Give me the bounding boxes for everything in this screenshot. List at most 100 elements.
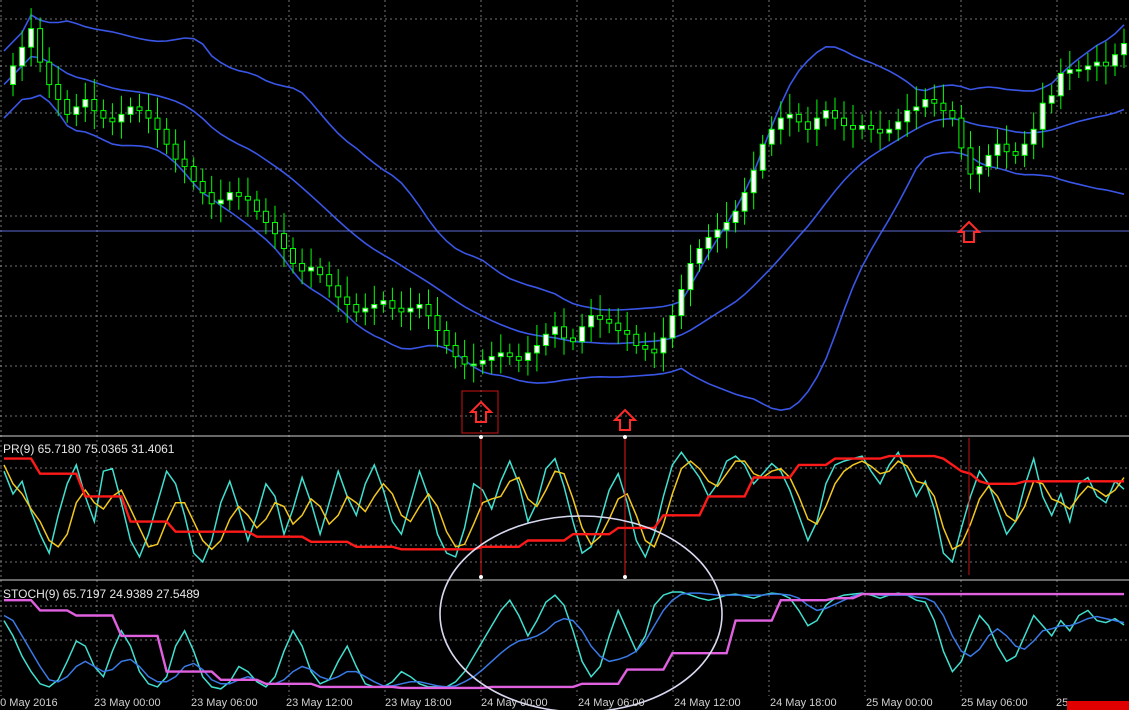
candle-body: [434, 315, 441, 332]
candle-body: [877, 128, 884, 134]
date-label: 24 May 18:00: [770, 697, 837, 709]
highlight-box: [461, 390, 499, 434]
candle-body: [100, 110, 107, 119]
date-label: 25 May 00:00: [866, 697, 933, 709]
candlesticks: [10, 8, 1127, 383]
candle-body: [524, 352, 531, 361]
signal-up-arrow: [956, 220, 982, 243]
candle-body: [425, 304, 432, 317]
candle-body: [633, 333, 640, 346]
candle-body: [994, 143, 1001, 156]
date-label: 24 May 00:00: [481, 697, 548, 709]
candle-body: [976, 166, 983, 175]
candle-body: [561, 326, 567, 339]
candle-body: [244, 195, 251, 201]
candle-body: [678, 289, 685, 317]
candle-body: [1021, 143, 1028, 156]
candle-body: [371, 304, 378, 309]
candle-body: [940, 102, 947, 112]
candle-body: [353, 304, 360, 313]
candle-body: [759, 143, 766, 171]
candle-body: [570, 337, 576, 343]
candle-body: [1084, 65, 1091, 71]
candle-body: [597, 315, 604, 320]
candle-body: [362, 307, 369, 313]
marker-dot-2b: [623, 575, 627, 579]
bollinger-lower-line: [3, 94, 1125, 412]
candle-body: [154, 117, 161, 130]
candle-body: [723, 222, 730, 231]
candle-body: [841, 117, 847, 127]
candle-body: [118, 113, 125, 123]
candle-body: [389, 300, 396, 309]
candle-body: [669, 315, 676, 339]
candle-body: [416, 304, 423, 309]
candle-body: [714, 229, 721, 238]
candle-body: [696, 248, 703, 264]
candle-body: [452, 345, 459, 358]
candle-body: [552, 326, 558, 335]
corner-marker: [1067, 701, 1129, 710]
date-label: 23 May 06:00: [191, 697, 258, 709]
candle-body: [326, 274, 333, 287]
candle-body: [73, 106, 80, 115]
candle-body: [687, 263, 694, 291]
candle-body: [832, 110, 838, 119]
candle-body: [768, 128, 775, 145]
candle-body: [1030, 128, 1037, 145]
candle-body: [172, 143, 179, 160]
candle-body: [64, 99, 71, 115]
candle-body: [136, 106, 143, 112]
candle-body: [705, 236, 712, 250]
candle-body: [317, 266, 324, 276]
candle-body: [750, 169, 757, 194]
candle-body: [985, 154, 992, 168]
candle-body: [470, 363, 477, 367]
date-label: 23 May 12:00: [286, 697, 353, 709]
candle-body: [37, 28, 44, 63]
chart-canvas: [0, 0, 1129, 710]
candle-body: [253, 199, 260, 212]
candle-body: [1057, 72, 1064, 97]
candle-body: [515, 356, 522, 361]
candle-body: [308, 266, 315, 272]
date-axis: 20 May 2016 23 May 00:00 23 May 06:00 23…: [0, 696, 1129, 710]
date-label: 23 May 18:00: [385, 697, 452, 709]
signal-up-arrow: [612, 408, 638, 431]
stoch-indicator-label: STOCH(9) 65.7197 24.9389 27.5489: [3, 587, 200, 601]
candle-body: [46, 61, 53, 86]
candle-body: [958, 117, 965, 149]
candle-body: [163, 128, 170, 145]
candle-body: [272, 222, 278, 235]
candle-body: [1039, 102, 1046, 130]
candle-body: [190, 166, 197, 182]
candle-body: [488, 356, 495, 361]
candle-body: [1112, 54, 1118, 67]
candle-body: [91, 99, 98, 112]
candle-body: [19, 46, 26, 67]
marker-dot-2a: [623, 435, 627, 439]
candle-body: [868, 125, 875, 130]
candle-body: [1012, 151, 1019, 156]
candle-body: [813, 117, 820, 130]
candle-body: [922, 99, 929, 108]
candle-body: [606, 318, 613, 324]
candle-body: [967, 147, 974, 175]
candle-body: [624, 330, 631, 335]
candle-body: [443, 330, 450, 346]
candle-body: [931, 99, 938, 104]
candle-body: [777, 117, 784, 130]
marker-dot-1b: [479, 575, 483, 579]
candle-body: [506, 352, 513, 358]
candle-body: [497, 352, 504, 358]
pr-line-1: [3, 460, 1125, 551]
candle-body: [479, 359, 486, 365]
candle-body: [10, 65, 16, 86]
candle-body: [281, 233, 287, 250]
bollinger-middle-line: [3, 55, 1125, 345]
candle-body: [290, 248, 296, 264]
candle-body: [741, 192, 748, 212]
marker-dot-1a: [479, 435, 483, 439]
candle-body: [344, 296, 351, 305]
candle-body: [299, 263, 306, 272]
